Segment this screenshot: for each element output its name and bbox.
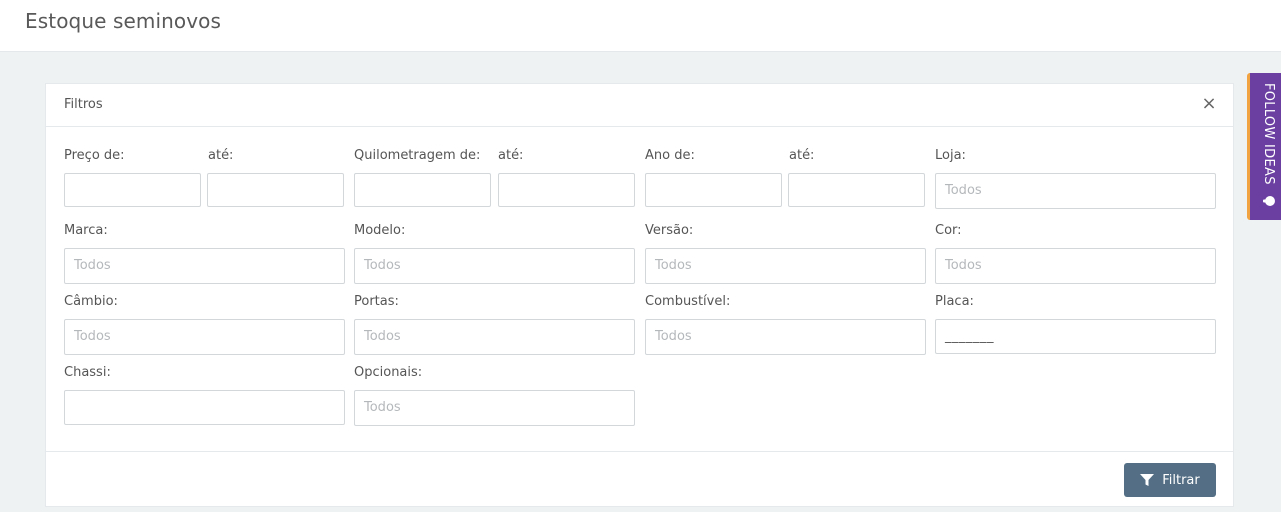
- modelo-label: Modelo:: [354, 223, 406, 238]
- page-title: Estoque seminovos: [25, 9, 222, 33]
- filter-button[interactable]: Filtrar: [1124, 463, 1216, 497]
- opcionais-label: Opcionais:: [354, 365, 423, 380]
- opcionais-select[interactable]: Todos: [354, 390, 635, 426]
- placa-label: Placa:: [935, 294, 974, 309]
- ano-de-label: Ano de:: [645, 148, 695, 163]
- placa-input[interactable]: _______: [935, 319, 1216, 354]
- portas-label: Portas:: [354, 294, 399, 309]
- km-ate-label: até:: [498, 148, 524, 163]
- funnel-icon: [1140, 473, 1155, 486]
- versao-select[interactable]: Todos: [645, 248, 926, 284]
- cambio-select[interactable]: Todos: [64, 319, 345, 355]
- follow-ideas-label: FOLLOW IDEAS: [1261, 83, 1276, 185]
- km-ate-input[interactable]: [498, 173, 635, 207]
- ano-de-input[interactable]: [645, 173, 782, 207]
- km-de-label: Quilometragem de:: [354, 148, 481, 163]
- preco-de-label: Preço de:: [64, 148, 125, 163]
- close-icon[interactable]: ×: [1199, 94, 1219, 114]
- preco-ate-label: até:: [208, 148, 234, 163]
- lightbulb-icon: [1263, 196, 1275, 206]
- chassi-input[interactable]: [64, 390, 345, 425]
- portas-select[interactable]: Todos: [354, 319, 635, 355]
- panel-footer: Filtrar: [46, 451, 1233, 507]
- chassi-label: Chassi:: [64, 365, 111, 380]
- panel-title: Filtros: [64, 97, 103, 112]
- marca-label: Marca:: [64, 223, 108, 238]
- modelo-select[interactable]: Todos: [354, 248, 635, 284]
- loja-select[interactable]: Todos: [935, 173, 1216, 209]
- cambio-label: Câmbio:: [64, 294, 118, 309]
- preco-ate-input[interactable]: [207, 173, 344, 207]
- marca-select[interactable]: Todos: [64, 248, 345, 284]
- combustivel-label: Combustível:: [645, 294, 731, 309]
- filter-button-label: Filtrar: [1162, 472, 1200, 488]
- cor-label: Cor:: [935, 223, 962, 238]
- filters-panel: Filtros × Preço de: até: Quilometragem d…: [45, 83, 1234, 507]
- preco-de-input[interactable]: [64, 173, 201, 207]
- combustivel-select[interactable]: Todos: [645, 319, 926, 355]
- cor-select[interactable]: Todos: [935, 248, 1216, 284]
- ano-ate-label: até:: [789, 148, 815, 163]
- ano-ate-input[interactable]: [788, 173, 925, 207]
- km-de-input[interactable]: [354, 173, 491, 207]
- follow-ideas-tab[interactable]: FOLLOW IDEAS: [1247, 73, 1281, 220]
- versao-label: Versão:: [645, 223, 694, 238]
- loja-label: Loja:: [935, 148, 966, 163]
- top-bar: Estoque seminovos: [0, 0, 1281, 52]
- panel-header: Filtros ×: [46, 84, 1233, 127]
